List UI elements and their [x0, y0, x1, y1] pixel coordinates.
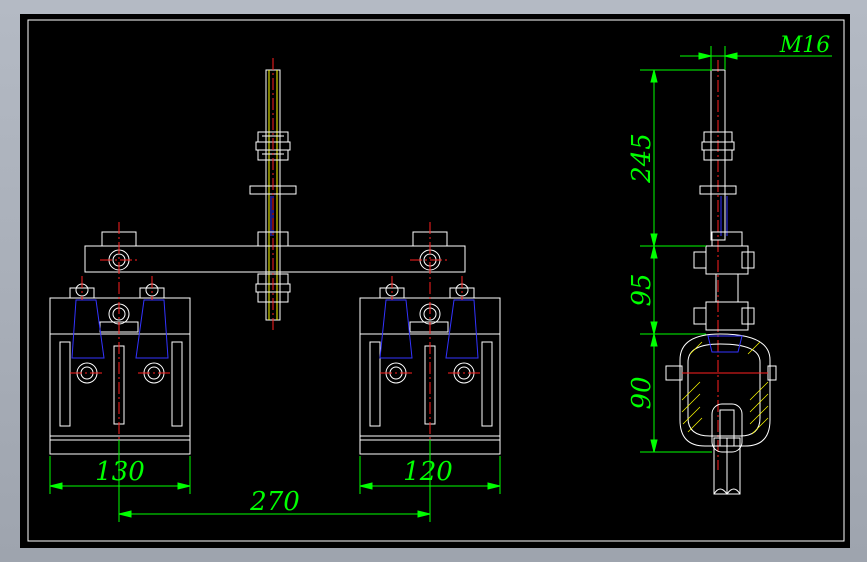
- front-view: [49, 69, 501, 455]
- dim-thread-size: M16: [779, 33, 831, 58]
- dim-height-top: 245: [627, 133, 657, 184]
- dim-center-spacing: 270: [249, 487, 300, 517]
- clamp-left: [49, 283, 191, 455]
- dim-right-width: 120: [403, 457, 453, 487]
- dimensions: [49, 46, 832, 522]
- dim-height-middle: 95: [627, 273, 657, 306]
- side-view: [665, 69, 777, 495]
- window-frame: 130 120 270 M16 245 95 90: [0, 0, 867, 562]
- centerlines: [70, 58, 719, 470]
- section-hatch: [681, 341, 769, 435]
- dim-height-bottom: 90: [627, 376, 657, 409]
- cad-drawing-canvas: 130 120 270 M16 245 95 90: [20, 14, 850, 548]
- cad-drawing: 130 120 270 M16 245 95 90: [27, 19, 845, 542]
- dim-left-width: 130: [95, 457, 145, 487]
- crossbeam: [84, 245, 466, 273]
